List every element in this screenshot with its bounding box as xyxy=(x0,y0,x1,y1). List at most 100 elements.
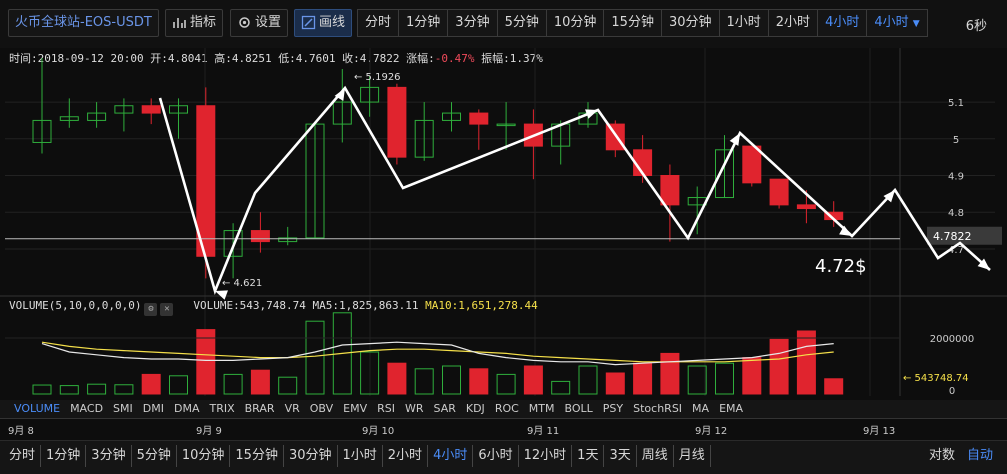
indicator-tab-smi[interactable]: SMI xyxy=(113,400,133,418)
candle-body xyxy=(387,86,407,158)
scale-option-1[interactable]: 自动 xyxy=(961,445,999,467)
volume-bar xyxy=(32,384,52,395)
indicator-tab-brar[interactable]: BRAR xyxy=(245,400,275,418)
date-label-2: 9月 10 xyxy=(362,426,395,437)
volume-bar xyxy=(114,384,134,395)
indicator-tab-sar[interactable]: SAR xyxy=(434,400,456,418)
indicators-button[interactable]: 指标 xyxy=(165,9,224,37)
volume-bar xyxy=(278,376,298,395)
period-2[interactable]: 3分钟 xyxy=(448,9,498,37)
volume-value: VOLUME:543,748.74 xyxy=(193,299,306,312)
bottom-period-11[interactable]: 12小时 xyxy=(519,445,573,467)
volume-bar xyxy=(387,362,407,395)
indicator-tabs: VOLUME MACD SMI DMI DMA TRIX BRAR VR OBV EMV RSI WR… xyxy=(0,400,1007,418)
period-8[interactable]: 2小时 xyxy=(768,9,819,37)
candlestick-chart[interactable]: 5.154.94.84.74.7822← 5.1926← 4.621200000… xyxy=(0,48,1007,400)
candle-body xyxy=(141,105,161,114)
volume-bar xyxy=(496,373,516,395)
indicator-tab-macd[interactable]: MACD xyxy=(70,400,103,418)
bottom-period-13[interactable]: 3天 xyxy=(604,445,637,467)
indicator-tab-obv[interactable]: OBV xyxy=(310,400,333,418)
close-small-icon[interactable]: ✕ xyxy=(160,303,174,316)
bottom-period-4[interactable]: 10分钟 xyxy=(177,445,231,467)
indicator-tab-roc[interactable]: ROC xyxy=(495,400,519,418)
indicator-tab-wr[interactable]: WR xyxy=(405,400,424,418)
top-toolbar: 火币全球站-EOS-USDT 指标 设置 画线 分时 1分钟 3分钟 5分钟 10分钟 1… xyxy=(0,0,1007,48)
market-title-button[interactable]: 火币全球站-EOS-USDT xyxy=(8,9,159,37)
settings-small-icon[interactable]: ⚙ xyxy=(144,303,158,316)
period-3[interactable]: 5分钟 xyxy=(497,9,547,37)
volume-bar xyxy=(687,365,707,395)
volume-bar xyxy=(796,330,816,395)
date-label-5: 9月 13 xyxy=(863,426,896,437)
volume-bar xyxy=(223,373,243,395)
bottom-period-0[interactable]: 分时 xyxy=(4,445,42,467)
indicator-tab-stochrsi[interactable]: StochRSI xyxy=(633,400,682,418)
date-label-4: 9月 12 xyxy=(695,426,728,437)
indicator-tab-vr[interactable]: VR xyxy=(285,400,300,418)
bottom-period-15[interactable]: 月线 xyxy=(674,445,711,467)
indicator-tab-volume[interactable]: VOLUME xyxy=(14,400,60,418)
settings-button[interactable]: 设置 xyxy=(230,9,289,37)
bottom-period-1[interactable]: 1分钟 xyxy=(41,445,87,467)
indicator-tab-dma[interactable]: DMA xyxy=(174,400,200,418)
draw-line-label: 画线 xyxy=(319,15,346,30)
volume-bar xyxy=(87,383,107,395)
bottom-period-3[interactable]: 5分钟 xyxy=(132,445,177,467)
current-volume-label: ← 543748.74 xyxy=(903,373,969,384)
bottom-period-10[interactable]: 6小时 xyxy=(473,445,519,467)
bottom-period-2[interactable]: 3分钟 xyxy=(86,445,132,467)
period-7[interactable]: 1小时 xyxy=(719,9,769,37)
volume-bar xyxy=(250,369,270,395)
bottom-period-6[interactable]: 30分钟 xyxy=(284,445,338,467)
arrowhead-shape xyxy=(729,133,740,146)
candle-body xyxy=(796,204,816,210)
high-marker-label: ← 5.1926 xyxy=(354,72,401,83)
period-9[interactable]: 4小时 xyxy=(818,9,868,37)
period-1[interactable]: 1分钟 xyxy=(399,9,449,37)
bottom-period-5[interactable]: 15分钟 xyxy=(230,445,284,467)
volume-params[interactable]: VOLUME(5,10,0,0,0,0) xyxy=(9,299,141,312)
period-0[interactable]: 分时 xyxy=(357,9,400,37)
indicator-tab-rsi[interactable]: RSI xyxy=(377,400,395,418)
volume-bar xyxy=(196,329,216,395)
volume-bar xyxy=(442,365,461,395)
volume-bar xyxy=(169,375,188,395)
settings-label: 设置 xyxy=(255,15,282,30)
date-label-1: 9月 9 xyxy=(196,426,222,437)
bottom-period-12[interactable]: 1天 xyxy=(572,445,605,467)
bottom-period-8[interactable]: 2小时 xyxy=(383,445,429,467)
scale-option-0[interactable]: 对数 xyxy=(923,445,961,467)
volume-bar xyxy=(141,373,161,395)
indicators-label: 指标 xyxy=(190,15,217,30)
draw-line-icon xyxy=(301,15,316,30)
period-6[interactable]: 30分钟 xyxy=(661,9,720,37)
indicator-tab-ma[interactable]: MA xyxy=(692,400,709,418)
draw-line-button[interactable]: 画线 xyxy=(294,9,353,37)
volume-tick-label: 2000000 xyxy=(930,334,975,345)
indicator-tab-ema[interactable]: EMA xyxy=(719,400,743,418)
candle-body xyxy=(250,230,270,243)
volume-info-bar: VOLUME(5,10,0,0,0,0) ⚙ ✕ VOLUME:543,748.74… xyxy=(9,299,538,316)
volume-bar xyxy=(715,362,734,395)
bottom-period-7[interactable]: 1小时 xyxy=(338,445,383,467)
volume-bar xyxy=(414,368,434,395)
period-dropdown[interactable]: 4小时 ▼ xyxy=(867,9,928,37)
indicator-tab-mtm[interactable]: MTM xyxy=(529,400,555,418)
period-4[interactable]: 10分钟 xyxy=(546,9,605,37)
indicator-tab-psy[interactable]: PSY xyxy=(603,400,623,418)
indicator-tab-kdj[interactable]: KDJ xyxy=(466,400,485,418)
indicator-tab-boll[interactable]: BOLL xyxy=(565,400,593,418)
price-tick-label: 5.1 xyxy=(948,98,964,109)
bottom-period-9[interactable]: 4小时 xyxy=(428,445,474,467)
arrowhead-shape xyxy=(585,109,598,119)
candle-body xyxy=(469,112,489,125)
indicator-tab-trix[interactable]: TRIX xyxy=(209,400,234,418)
gear-icon xyxy=(239,17,250,28)
scale-options: 对数 自动 xyxy=(923,445,999,467)
indicator-tab-dmi[interactable]: DMI xyxy=(143,400,164,418)
period-5[interactable]: 15分钟 xyxy=(604,9,662,37)
bottom-period-14[interactable]: 周线 xyxy=(637,445,674,467)
volume-bar xyxy=(578,365,598,395)
indicator-tab-emv[interactable]: EMV xyxy=(343,400,367,418)
